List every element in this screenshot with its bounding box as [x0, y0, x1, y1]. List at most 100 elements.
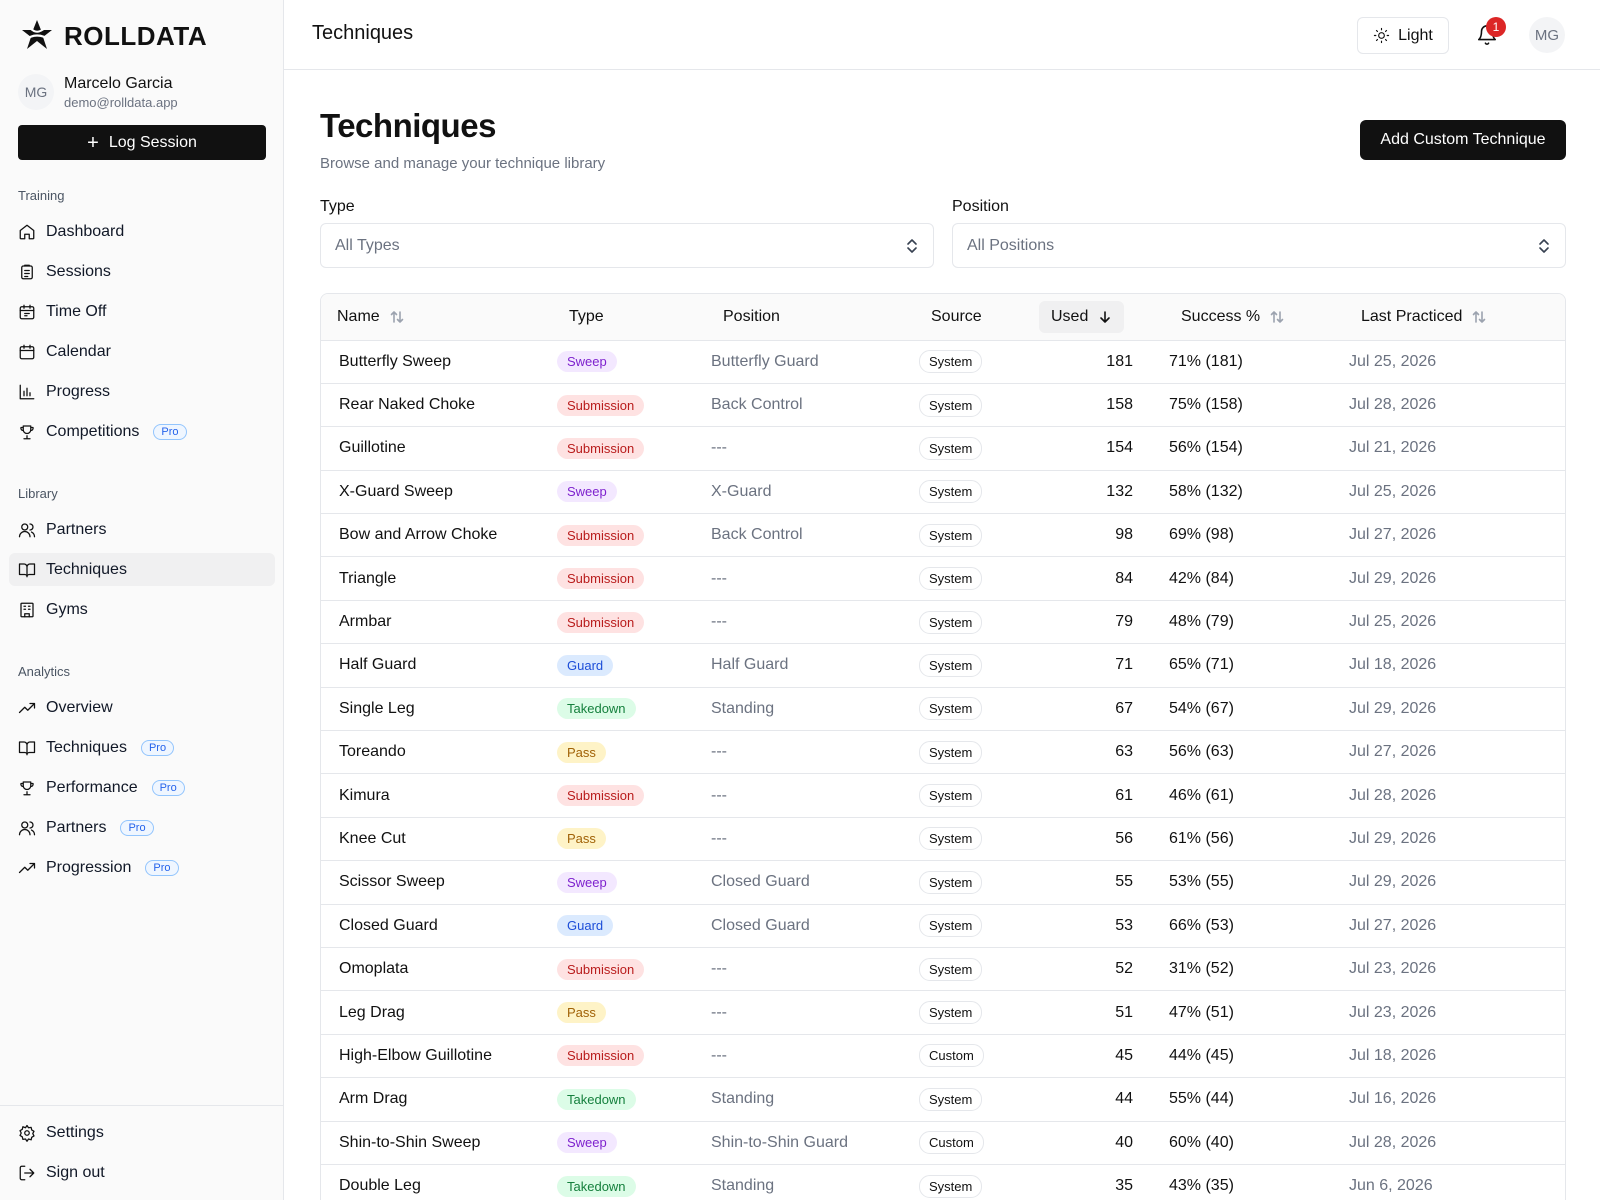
sidebar-item-progression[interactable]: Progression Pro [9, 851, 275, 884]
cell-position: --- [711, 786, 727, 804]
cell-name: Triangle [339, 569, 397, 587]
cell-type: Sweep [557, 861, 711, 904]
cell-success: 44% (45) [1169, 1046, 1234, 1064]
sidebar-item-calendar[interactable]: Calendar [9, 335, 275, 368]
table-row[interactable]: Knee Cut Pass --- System 56 61% (56) Jul 29, 2… [321, 817, 1565, 860]
cell-name: Guillotine [339, 439, 406, 457]
table-row[interactable]: High-Elbow Guillotine Submission --- Custom… [321, 1034, 1565, 1077]
theme-toggle-button[interactable]: Light [1357, 17, 1449, 54]
arrow-down-icon [1100, 310, 1111, 323]
pro-badge: Pro [151, 779, 185, 796]
log-session-button[interactable]: + Log Session [18, 125, 266, 160]
cell-source: System [919, 774, 1039, 817]
cell-type: Submission [557, 774, 711, 817]
sidebar-item-sessions[interactable]: Sessions [9, 255, 275, 288]
cell-success: 47% (51) [1169, 1003, 1234, 1021]
column-header-last-practiced[interactable]: Last Practiced [1349, 301, 1498, 333]
table-row[interactable]: Bow and Arrow Choke Submission Back Contro… [321, 513, 1565, 557]
cell-type: Submission [557, 1034, 711, 1077]
cell-success: 66% (53) [1169, 916, 1234, 934]
cell-success: 56% (154) [1169, 439, 1243, 457]
sidebar-item-competitions[interactable]: Competitions Pro [9, 415, 275, 448]
table-row[interactable]: Omoplata Submission --- System 52 31% (52) Jul… [321, 947, 1565, 990]
cell-type: Submission [557, 600, 711, 643]
table-row[interactable]: Armbar Submission --- System 79 48% (79) Jul 2… [321, 600, 1565, 643]
cell-source: System [919, 383, 1039, 426]
position-filter-label: Position [952, 198, 1009, 215]
table-row[interactable]: Triangle Submission --- System 84 42% (84) Jul… [321, 556, 1565, 600]
table-row[interactable]: Single Leg Takedown Standing System 67 54% (6… [321, 687, 1565, 730]
user-email: demo@rolldata.app [64, 94, 178, 110]
type-tag: Takedown [557, 1088, 636, 1110]
cell-success: 60% (40) [1169, 1133, 1234, 1151]
cell-name: Toreando [339, 743, 406, 761]
sidebar-item-techniques[interactable]: Techniques [9, 553, 275, 586]
table-row[interactable]: Rear Naked Choke Submission Back Control Sy… [321, 383, 1565, 426]
table-row[interactable]: Guillotine Submission --- System 154 56% (154… [321, 426, 1565, 470]
table-body: Butterfly Sweep Sweep Butterfly Guard Syste… [321, 340, 1565, 1200]
type-tag: Submission [557, 611, 645, 633]
user-profile[interactable]: MG Marcelo Garcia demo@rolldata.app [18, 74, 178, 110]
table-row[interactable]: Toreando Pass --- System 63 56% (63) Jul 27, 2… [321, 730, 1565, 774]
sidebar-item-overview[interactable]: Overview [9, 691, 275, 724]
sidebar-item-settings[interactable]: Settings [9, 1116, 275, 1149]
add-custom-technique-button[interactable]: Add Custom Technique [1360, 120, 1566, 160]
column-header-success[interactable]: Success % [1169, 301, 1296, 333]
cell-position: --- [711, 613, 727, 631]
table-row[interactable]: Double Leg Takedown Standing System 35 43% (3… [321, 1164, 1565, 1200]
cell-last-practiced: Jul 16, 2026 [1349, 1090, 1437, 1108]
sidebar-item-progress[interactable]: Progress [9, 375, 275, 408]
source-badge: System [919, 1174, 983, 1198]
cell-success: 48% (79) [1169, 613, 1234, 631]
cell-type: Takedown [557, 687, 711, 730]
column-header-name[interactable]: Name [325, 301, 416, 333]
source-badge: System [919, 653, 983, 677]
sidebar-item-label: Calendar [46, 342, 111, 360]
cell-source: System [919, 731, 1039, 774]
column-header-used[interactable]: Used [1039, 300, 1125, 333]
sidebar-item-dashboard[interactable]: Dashboard [9, 215, 275, 248]
sidebar-item-performance[interactable]: Performance Pro [9, 771, 275, 804]
cell-last-practiced: Jul 28, 2026 [1349, 396, 1437, 414]
sidebar-item-partners[interactable]: Partners Pro [9, 811, 275, 844]
sidebar-item-label: Partners [46, 818, 107, 836]
cell-used: 35 [1115, 1177, 1133, 1195]
source-badge: System [919, 957, 983, 981]
table-row[interactable]: Half Guard Guard Half Guard System 71 65% (71… [321, 643, 1565, 687]
main-content: Techniques Light 1 MG Techniques Browse … [284, 0, 1600, 1200]
sidebar-item-partners[interactable]: Partners [9, 513, 275, 546]
sidebar-item-techniques[interactable]: Techniques Pro [9, 731, 275, 764]
table-row[interactable]: X-Guard Sweep Sweep X-Guard System 132 58% (1… [321, 470, 1565, 513]
position-filter: Position All Positions [952, 198, 1566, 268]
type-select[interactable]: All Types [320, 223, 934, 268]
table-row[interactable]: Arm Drag Takedown Standing System 44 55% (44)… [321, 1077, 1565, 1121]
sidebar-item-label: Competitions [46, 422, 140, 440]
pro-badge: Pro [120, 819, 154, 836]
table-row[interactable]: Leg Drag Pass --- System 51 47% (51) Jul 23, 2… [321, 990, 1565, 1034]
position-select[interactable]: All Positions [952, 223, 1566, 268]
brand[interactable]: ROLLDATA [18, 18, 207, 54]
cell-type: Guard [557, 904, 711, 947]
type-tag: Submission [557, 785, 645, 807]
table-row[interactable]: Butterfly Sweep Sweep Butterfly Guard Syste… [321, 340, 1565, 383]
cell-used: 40 [1115, 1133, 1133, 1151]
nav-training: Dashboard Sessions Time Off Calendar Progres… [9, 215, 275, 455]
table-row[interactable]: Scissor Sweep Sweep Closed Guard System 55 53… [321, 860, 1565, 904]
cell-name: Leg Drag [339, 1003, 405, 1021]
table-row[interactable]: Shin-to-Shin Sweep Sweep Shin-to-Shin Guar… [321, 1121, 1565, 1164]
avatar[interactable]: MG [1529, 17, 1565, 53]
sidebar-item-gyms[interactable]: Gyms [9, 593, 275, 626]
cell-source: System [919, 817, 1039, 860]
source-badge: System [919, 610, 983, 634]
cell-last-practiced: Jul 21, 2026 [1349, 439, 1437, 457]
table-row[interactable]: Closed Guard Guard Closed Guard System 53 66%… [321, 904, 1565, 947]
sidebar-item-sign-out[interactable]: Sign out [9, 1156, 275, 1189]
cell-source: System [919, 427, 1039, 470]
cell-last-practiced: Jul 25, 2026 [1349, 352, 1437, 370]
notifications-button[interactable]: 1 [1473, 17, 1506, 50]
table-row[interactable]: Kimura Submission --- System 61 46% (61) Jul 2… [321, 773, 1565, 817]
sidebar-item-time-off[interactable]: Time Off [9, 295, 275, 328]
cell-last-practiced: Jul 28, 2026 [1349, 1133, 1437, 1151]
type-tag: Submission [557, 437, 645, 459]
source-badge: System [919, 393, 983, 417]
